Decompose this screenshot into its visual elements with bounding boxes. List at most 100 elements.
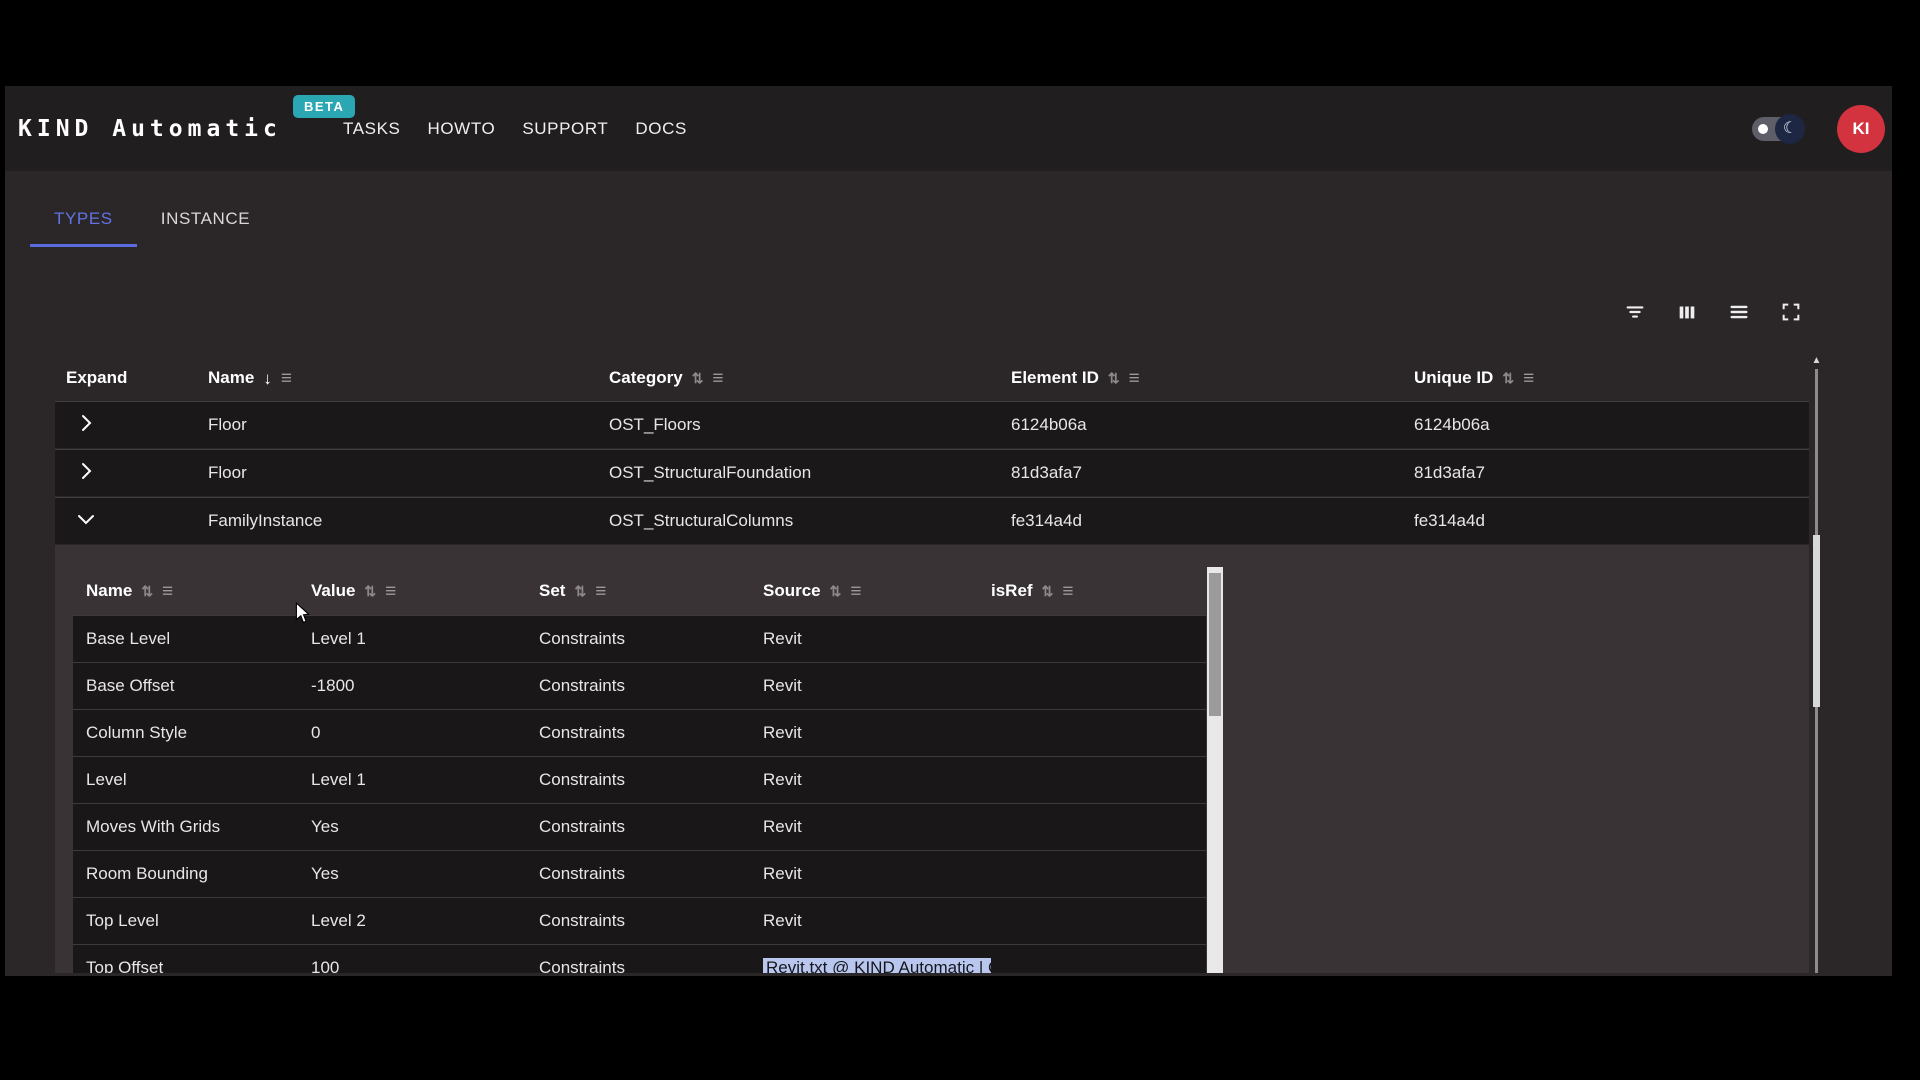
param-set-cell: Constraints [539, 770, 763, 790]
column-menu-icon[interactable]: ≡ [162, 582, 173, 601]
column-menu-icon[interactable]: ≡ [1523, 369, 1534, 388]
grid-scrollbar[interactable]: ▲ [1809, 355, 1824, 973]
detail-scrollbar[interactable] [1207, 567, 1223, 973]
column-header-name[interactable]: Name ↓ ≡ [208, 368, 609, 388]
param-name-cell: Moves With Grids [86, 817, 311, 837]
column-menu-icon[interactable]: ≡ [1129, 369, 1140, 388]
column-header-label: Expand [66, 368, 127, 388]
column-menu-icon[interactable]: ≡ [595, 582, 606, 601]
column-header-label: Source [763, 581, 821, 601]
sort-icon[interactable]: ⇅ [364, 584, 376, 598]
column-header-label: isRef [991, 581, 1033, 601]
param-name-cell: Top Level [86, 911, 311, 931]
param-name-cell: Level [86, 770, 311, 790]
theme-toggle[interactable]: ☾ [1752, 117, 1802, 141]
grid-header-row: Expand Name ↓ ≡ Category ⇅ ≡ Element ID … [55, 355, 1809, 401]
param-value-cell: 100 [311, 958, 539, 973]
sort-icon[interactable]: ⇅ [1502, 371, 1514, 385]
category-cell: OST_Floors [609, 415, 1011, 435]
detail-column-name[interactable]: Name ⇅ ≡ [86, 581, 311, 601]
sort-icon[interactable]: ⇅ [141, 584, 153, 598]
column-header-label: Set [539, 581, 565, 601]
element-id-cell: 6124b06a [1011, 415, 1414, 435]
detail-row[interactable]: Base Level Level 1 Constraints Revit [73, 615, 1206, 662]
column-menu-icon[interactable]: ≡ [385, 582, 396, 601]
density-icon[interactable] [1727, 300, 1751, 324]
element-id-cell: fe314a4d [1011, 511, 1414, 531]
param-set-cell: Constraints [539, 911, 763, 931]
param-name-cell: Base Offset [86, 676, 311, 696]
moon-icon: ☾ [1775, 114, 1805, 144]
table-row[interactable]: FamilyInstance OST_StructuralColumns fe3… [55, 497, 1809, 544]
detail-header-row: Name ⇅ ≡ Value ⇅ ≡ Set ⇅ ≡ Source ⇅ [73, 567, 1206, 615]
param-value-cell: 0 [311, 723, 539, 743]
param-name-cell: Base Level [86, 629, 311, 649]
detail-row[interactable]: Column Style 0 Constraints Revit [73, 709, 1206, 756]
name-cell: Floor [208, 463, 609, 483]
nav-howto[interactable]: HOWTO [427, 119, 495, 139]
tab-instance[interactable]: INSTANCE [137, 189, 275, 247]
category-cell: OST_StructuralColumns [609, 511, 1011, 531]
column-menu-icon[interactable]: ≡ [1062, 582, 1073, 601]
chevron-right-icon[interactable] [74, 459, 98, 483]
unique-id-cell: 81d3afa7 [1414, 463, 1809, 483]
category-cell: OST_StructuralFoundation [609, 463, 1011, 483]
fullscreen-icon[interactable] [1779, 300, 1803, 324]
column-header-label: Name [208, 368, 254, 388]
tab-bar: TYPES INSTANCE [30, 189, 274, 247]
columns-icon[interactable] [1675, 300, 1699, 324]
sort-icon[interactable]: ⇅ [574, 584, 586, 598]
param-set-cell: Constraints [539, 723, 763, 743]
detail-column-value[interactable]: Value ⇅ ≡ [311, 581, 539, 601]
nav-docs[interactable]: DOCS [635, 119, 687, 139]
param-source-cell: Revit [763, 770, 991, 790]
column-header-expand: Expand [66, 368, 208, 388]
toggle-dot [1758, 124, 1768, 134]
nav-support[interactable]: SUPPORT [522, 119, 608, 139]
name-cell: FamilyInstance [208, 511, 609, 531]
column-menu-icon[interactable]: ≡ [281, 369, 292, 388]
column-header-label: Unique ID [1414, 368, 1493, 388]
filter-icon[interactable] [1623, 300, 1647, 324]
column-menu-icon[interactable]: ≡ [712, 369, 723, 388]
param-value-cell: Level 1 [311, 770, 539, 790]
param-value-cell: -1800 [311, 676, 539, 696]
unique-id-cell: fe314a4d [1414, 511, 1809, 531]
param-source-cell: Revit.txt @ KIND Automatic | Column | Pr… [763, 958, 991, 973]
detail-column-set[interactable]: Set ⇅ ≡ [539, 581, 763, 601]
detail-row[interactable]: Top Level Level 2 Constraints Revit [73, 897, 1206, 944]
detail-row[interactable]: Moves With Grids Yes Constraints Revit [73, 803, 1206, 850]
detail-row-partial[interactable]: Top Offset 100 Constraints Revit.txt @ K… [73, 944, 1206, 973]
element-id-cell: 81d3afa7 [1011, 463, 1414, 483]
table-row[interactable]: Floor OST_Floors 6124b06a 6124b06a [55, 401, 1809, 448]
detail-row[interactable]: Level Level 1 Constraints Revit [73, 756, 1206, 803]
detail-row[interactable]: Base Offset -1800 Constraints Revit [73, 662, 1206, 709]
column-header-category[interactable]: Category ⇅ ≡ [609, 368, 1011, 388]
column-header-label: Category [609, 368, 683, 388]
tab-types[interactable]: TYPES [30, 189, 137, 247]
sort-icon[interactable]: ⇅ [1108, 371, 1120, 385]
sort-desc-icon[interactable]: ↓ [263, 370, 272, 387]
column-header-label: Name [86, 581, 132, 601]
column-header-element-id[interactable]: Element ID ⇅ ≡ [1011, 368, 1414, 388]
detail-column-source[interactable]: Source ⇅ ≡ [763, 581, 991, 601]
avatar[interactable]: KI [1837, 105, 1885, 153]
detail-row[interactable]: Room Bounding Yes Constraints Revit [73, 850, 1206, 897]
grid-scrollbar-thumb[interactable] [1813, 535, 1820, 707]
detail-table: Name ⇅ ≡ Value ⇅ ≡ Set ⇅ ≡ Source ⇅ [73, 567, 1206, 973]
detail-column-isref[interactable]: isRef ⇅ ≡ [991, 581, 1206, 601]
detail-scrollbar-thumb[interactable] [1209, 573, 1221, 716]
sort-icon[interactable]: ⇅ [692, 371, 704, 385]
nav-tasks[interactable]: TASKS [343, 119, 400, 139]
param-source-cell: Revit [763, 911, 991, 931]
chevron-right-icon[interactable] [74, 411, 98, 435]
chevron-down-icon[interactable] [74, 507, 98, 531]
table-row[interactable]: Floor OST_StructuralFoundation 81d3afa7 … [55, 449, 1809, 496]
column-menu-icon[interactable]: ≡ [850, 582, 861, 601]
column-header-unique-id[interactable]: Unique ID ⇅ ≡ [1414, 368, 1809, 388]
sort-icon[interactable]: ⇅ [830, 584, 842, 598]
param-set-cell: Constraints [539, 629, 763, 649]
scroll-up-icon[interactable]: ▲ [1809, 355, 1824, 367]
sort-icon[interactable]: ⇅ [1042, 584, 1054, 598]
column-header-label: Element ID [1011, 368, 1099, 388]
